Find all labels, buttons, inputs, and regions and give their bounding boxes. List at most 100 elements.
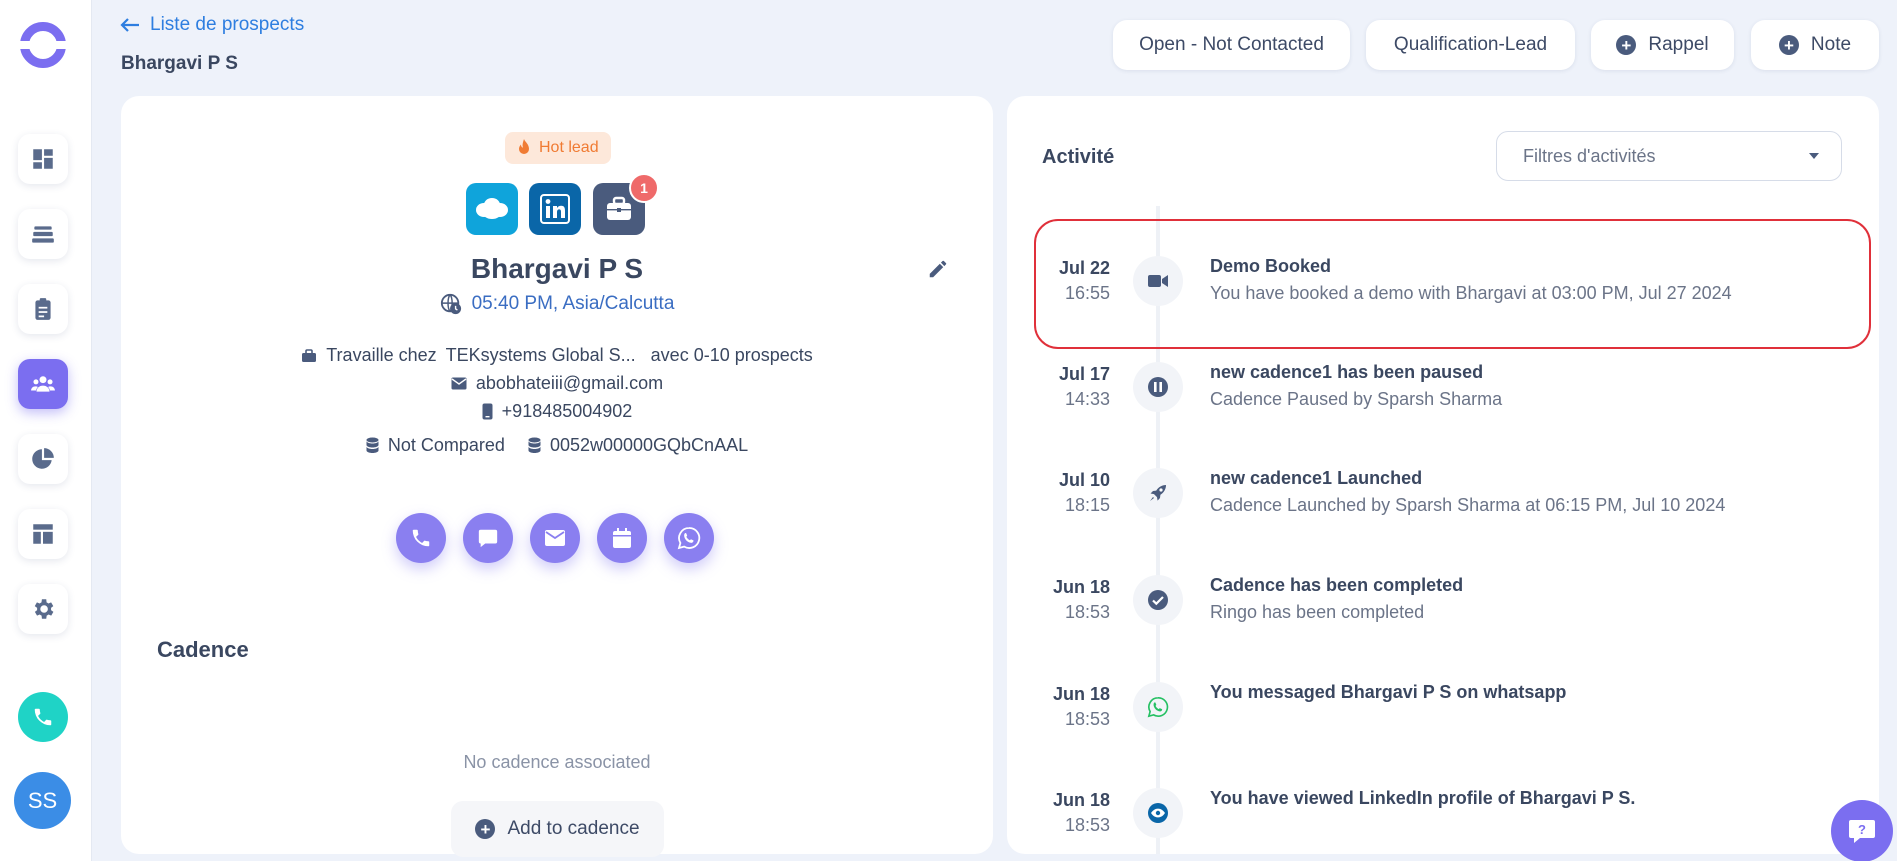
status-button[interactable]: Open - Not Contacted [1113,20,1350,70]
dashboard-icon [33,149,53,169]
activity-time: 18:53 [1064,709,1110,729]
quick-actions [396,513,714,563]
linkedin-link[interactable] [529,183,581,235]
salesforce-icon [476,198,508,219]
meeting-action-button[interactable] [597,513,647,563]
activity-day: Jun 18 [1052,577,1110,597]
phone-icon [34,708,52,726]
activity-item[interactable]: Jul 10 18:15 new cadence1 Launched Caden… [1007,468,1879,568]
add-to-cadence-label: Add to cadence [507,818,640,839]
activity-item[interactable]: Jun 18 18:53 You messaged Bhargavi P S o… [1007,682,1879,782]
activity-day: Jul 10 [1058,470,1110,490]
layers-icon [32,226,54,243]
briefcase-icon [302,348,317,362]
sidebar-item-prospects[interactable] [18,359,68,409]
activity-icon-badge [1133,362,1183,412]
activity-date: Jun 18 18:53 [1007,788,1110,838]
whatsapp-action-button[interactable] [664,513,714,563]
avatar[interactable]: SS [14,772,71,829]
company-link[interactable]: 1 [593,173,659,235]
back-link[interactable]: Liste de prospects [120,14,304,36]
activity-day: Jun 18 [1052,790,1110,810]
activity-time: 18:53 [1064,602,1110,622]
chat-icon [478,529,498,548]
plus-icon: + [475,819,496,839]
gear-icon [34,599,54,619]
company-name[interactable]: TEKsystems Global S... [446,345,636,366]
reminder-button[interactable]: + Rappel [1591,20,1734,70]
mail-icon [545,530,565,546]
activity-subtitle: Ringo has been completed [1210,602,1425,622]
clipboard-icon [35,298,51,320]
edit-lead-button[interactable] [927,258,949,285]
dialer-button[interactable] [18,692,68,742]
lead-name: Bhargavi P S [470,253,644,284]
sidebar-item-reports[interactable] [18,434,68,484]
briefcase-icon [607,196,631,220]
sidebar-item-dashboard[interactable] [18,134,68,184]
back-link-label: Liste de prospects [150,14,305,35]
mail-icon [451,377,467,390]
sms-action-button[interactable] [463,513,513,563]
sidebar-item-settings[interactable] [18,584,68,634]
activity-filter-select[interactable]: Filtres d'activités [1496,131,1842,181]
activity-subtitle: Cadence Paused by Sparsh Sharma [1210,389,1503,409]
pencil-icon [929,260,947,278]
database-icon [366,437,379,453]
activity-icon-badge [1133,682,1183,732]
activity-item[interactable]: Jun 18 18:53 Cadence has been completed … [1007,575,1879,675]
hot-lead-badge: Hot lead [505,132,611,164]
local-time: 05:40 PM, Asia/Calcutta [121,293,993,315]
cadence-empty-state: No cadence associated [463,752,651,772]
call-action-button[interactable] [396,513,446,563]
page-title: Bhargavi P S [121,53,238,74]
sidebar-item-layers[interactable] [18,209,68,259]
sidebar: SS [0,0,92,861]
activity-card: Activité Filtres d'activités Jul 22 16:5… [1007,96,1879,854]
activity-date: Jun 18 18:53 [1007,575,1110,625]
compare-status: Not Compared [387,435,505,455]
phone-value[interactable]: +918485004902 [502,401,633,422]
database-icon [528,437,541,453]
company-suffix: avec 0-10 prospects [650,345,813,365]
hot-lead-label: Hot lead [539,139,599,156]
activity-item[interactable]: Jul 17 14:33 new cadence1 has been pause… [1007,362,1879,462]
record-id: 0052w00000GQbCnAAL [549,435,749,455]
status-button-label: Open - Not Contacted [1139,34,1324,55]
highlighted-activity-outline [1034,219,1871,349]
plus-icon: + [1778,35,1799,55]
email-info: abobhateiii@gmail.com [121,373,993,394]
note-button[interactable]: + Note [1751,20,1879,70]
eye-icon [1148,803,1168,823]
activity-time: 18:53 [1064,815,1110,835]
add-to-cadence-button[interactable]: + Add to cadence [451,801,664,857]
activity-date: Jun 18 18:53 [1007,682,1110,732]
stage-button[interactable]: Qualification-Lead [1366,20,1575,70]
company-prefix: Travaille chez [326,345,437,365]
activity-filter-label: Filtres d'activités [1523,145,1656,166]
activity-date: Jul 17 14:33 [1007,362,1110,412]
arrow-left-icon [120,18,139,32]
help-button[interactable]: ? [1831,800,1893,861]
check-circle-icon [1148,590,1168,610]
local-time-label: 05:40 PM, Asia/Calcutta [471,293,675,314]
phone-info: +918485004902 [121,401,993,422]
fire-icon [519,139,529,154]
caret-down-icon [1809,153,1819,159]
salesforce-link[interactable] [466,183,518,235]
activity-title-text: new cadence1 has been paused [1210,362,1484,382]
email-action-button[interactable] [530,513,580,563]
sidebar-item-tasks[interactable] [18,284,68,334]
activity-item[interactable]: Jun 18 18:53 You have viewed LinkedIn pr… [1007,788,1879,854]
plus-icon: + [1616,35,1637,55]
phone-icon [412,529,430,547]
activity-icon-badge [1133,788,1183,838]
sidebar-item-templates[interactable] [18,509,68,559]
activity-date: Jul 10 18:15 [1007,468,1110,518]
avatar-initials: SS [27,787,58,813]
help-chat-icon: ? [1849,820,1875,843]
email-value[interactable]: abobhateiii@gmail.com [476,373,663,394]
people-icon [31,376,55,392]
app-logo[interactable] [15,22,79,68]
reminder-button-label: Rappel [1648,34,1709,55]
